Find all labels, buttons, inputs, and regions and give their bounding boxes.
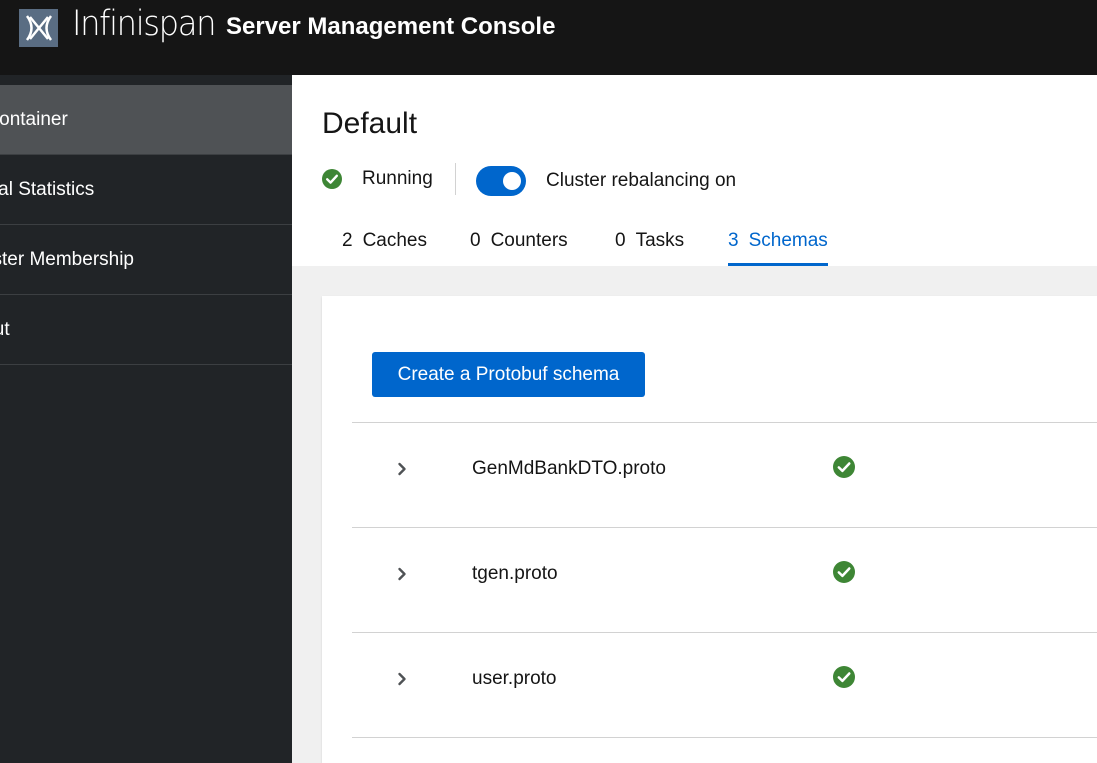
tab-count: 0 (615, 230, 626, 251)
expand-row-button[interactable] (392, 459, 412, 479)
tab-label: Counters (490, 230, 568, 251)
sidebar-item-cluster-membership[interactable]: Cluster Membership (0, 225, 292, 295)
schema-name[interactable]: GenMdBankDTO.proto (472, 458, 666, 480)
tab-counters[interactable]: 0 Counters (470, 230, 568, 266)
tab-label: Caches (362, 230, 427, 251)
page-header: Default Running Cluster rebalancing on 2… (292, 75, 1097, 266)
sidebar-item-label: About (0, 318, 10, 340)
check-circle-icon (833, 561, 855, 583)
divider (352, 737, 1097, 738)
rebalancing-toggle[interactable] (476, 166, 526, 196)
page-title: Default (322, 107, 418, 140)
tab-label: Tasks (635, 230, 685, 251)
tab-caches[interactable]: 2 Caches (342, 230, 427, 266)
sidebar-nav: Data Container Global Statistics Cluster… (0, 75, 292, 763)
toggle-knob (503, 172, 521, 190)
tab-schemas[interactable]: 3 Schemas (728, 230, 828, 266)
table-row: user.proto (352, 632, 1097, 737)
sidebar-item-about[interactable]: About (0, 295, 292, 365)
chevron-right-icon (398, 672, 406, 686)
schema-name[interactable]: tgen.proto (472, 563, 558, 585)
create-protobuf-schema-button[interactable]: Create a Protobuf schema (372, 352, 645, 397)
infinispan-logo-icon[interactable] (19, 9, 58, 47)
table-row: tgen.proto (352, 527, 1097, 632)
table-row: GenMdBankDTO.proto (352, 422, 1097, 527)
schema-name[interactable]: user.proto (472, 668, 557, 690)
tab-label: Schemas (748, 230, 828, 251)
sidebar-item-global-statistics[interactable]: Global Statistics (0, 155, 292, 225)
status-text: Running (362, 168, 433, 189)
sidebar-item-data-container[interactable]: Data Container (0, 85, 292, 155)
tab-tasks[interactable]: 0 Tasks (615, 230, 684, 266)
brand-logo-text[interactable]: Infinispan (72, 4, 216, 44)
sidebar-item-label: Cluster Membership (0, 248, 134, 270)
tab-count: 0 (470, 230, 481, 251)
check-circle-icon (833, 456, 855, 478)
chevron-right-icon (398, 462, 406, 476)
divider (455, 163, 456, 195)
rebalancing-label: Cluster rebalancing on (546, 170, 737, 191)
console-title: Server Management Console (226, 13, 556, 40)
tab-count: 2 (342, 230, 353, 251)
expand-row-button[interactable] (392, 669, 412, 689)
sidebar-item-label: Global Statistics (0, 178, 95, 200)
schemas-card: Create a Protobuf schema GenMdBankDTO.pr… (322, 296, 1097, 763)
running-check-icon (322, 169, 342, 189)
masthead: Infinispan Server Management Console (0, 0, 1097, 75)
sidebar-item-label: Data Container (0, 108, 68, 130)
tab-count: 3 (728, 230, 739, 251)
expand-row-button[interactable] (392, 564, 412, 584)
chevron-right-icon (398, 567, 406, 581)
check-circle-icon (833, 666, 855, 688)
